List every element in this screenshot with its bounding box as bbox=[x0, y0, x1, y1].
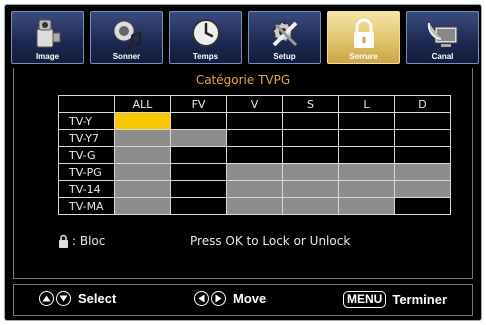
rating-cell[interactable] bbox=[114, 197, 171, 215]
tab-temps[interactable]: Temps bbox=[169, 11, 242, 64]
footer-move-label: Move bbox=[233, 291, 267, 306]
rating-cell[interactable] bbox=[394, 197, 451, 215]
rating-cell[interactable] bbox=[338, 129, 395, 147]
tab-label: Setup bbox=[273, 52, 296, 61]
column-header-all: ALL bbox=[114, 95, 171, 113]
menu-key: MENU bbox=[343, 291, 387, 308]
footer-exit-label: Terminer bbox=[392, 292, 448, 307]
tab-label: Image bbox=[35, 52, 60, 61]
row-label: TV-MA bbox=[58, 197, 115, 215]
lock-icon bbox=[353, 18, 374, 48]
rating-cell[interactable] bbox=[226, 180, 283, 198]
lock-icon bbox=[59, 234, 68, 248]
rating-cell[interactable] bbox=[338, 197, 395, 215]
tab-label: Serrure bbox=[349, 52, 378, 61]
rating-cell[interactable] bbox=[338, 163, 395, 181]
rating-cell[interactable] bbox=[114, 112, 171, 130]
lock-legend: : Bloc bbox=[58, 234, 105, 248]
rating-cell[interactable] bbox=[394, 112, 451, 130]
footer-select: Select bbox=[39, 291, 116, 306]
tab-sonner[interactable]: Sonner bbox=[90, 11, 163, 64]
page-title: Catégorie TVPG bbox=[195, 73, 291, 87]
tools-icon bbox=[272, 21, 297, 47]
rating-cell[interactable] bbox=[394, 146, 451, 164]
footer-move: Move bbox=[194, 291, 266, 306]
rating-cell[interactable] bbox=[114, 129, 171, 147]
rating-cell[interactable] bbox=[394, 180, 451, 198]
right-arrow-icon bbox=[211, 291, 226, 306]
rating-cell[interactable] bbox=[226, 112, 283, 130]
column-header-s: S bbox=[282, 95, 339, 113]
rating-cell[interactable] bbox=[282, 112, 339, 130]
grid-corner bbox=[58, 95, 115, 113]
rating-cell[interactable] bbox=[338, 146, 395, 164]
tab-label: Temps bbox=[192, 52, 219, 61]
video-camera-icon bbox=[36, 19, 60, 48]
left-arrow-icon bbox=[194, 291, 209, 306]
tab-bar: Image Sonner Temps Setup Serrure Canal bbox=[11, 11, 479, 67]
down-arrow-icon bbox=[56, 291, 71, 306]
rating-cell[interactable] bbox=[282, 163, 339, 181]
rating-cell[interactable] bbox=[282, 197, 339, 215]
rating-cell[interactable] bbox=[226, 163, 283, 181]
lock-hint: Press OK to Lock or Unlock bbox=[190, 234, 351, 248]
legend-label: : Bloc bbox=[72, 234, 106, 248]
rating-cell[interactable] bbox=[282, 129, 339, 147]
tvpg-rating-grid: ALL FV V S L D TV-Y TV-Y7 TV-G TV-PG TV-… bbox=[58, 95, 451, 215]
rating-cell[interactable] bbox=[226, 129, 283, 147]
table-row: TV-MA bbox=[58, 197, 451, 215]
row-label: TV-Y bbox=[58, 112, 115, 130]
rating-cell[interactable] bbox=[226, 197, 283, 215]
column-header-v: V bbox=[226, 95, 283, 113]
table-row: TV-14 bbox=[58, 180, 451, 198]
rating-cell[interactable] bbox=[170, 197, 227, 215]
table-row: TV-Y7 bbox=[58, 129, 451, 147]
tab-serrure[interactable]: Serrure bbox=[327, 11, 400, 64]
rating-cell[interactable] bbox=[170, 180, 227, 198]
rating-cell[interactable] bbox=[282, 180, 339, 198]
rating-cell[interactable] bbox=[338, 180, 395, 198]
table-row: TV-G bbox=[58, 146, 451, 164]
rating-cell[interactable] bbox=[114, 146, 171, 164]
rating-cell[interactable] bbox=[114, 180, 171, 198]
table-row: TV-Y bbox=[58, 112, 451, 130]
rating-cell[interactable] bbox=[338, 112, 395, 130]
footer-bar: Select Move MENU Terminer bbox=[13, 284, 473, 316]
row-label: TV-G bbox=[58, 146, 115, 164]
tab-setup[interactable]: Setup bbox=[248, 11, 321, 64]
grid-header-row: ALL FV V S L D bbox=[58, 95, 451, 113]
table-row: TV-PG bbox=[58, 163, 451, 181]
rating-cell[interactable] bbox=[114, 163, 171, 181]
rating-cell[interactable] bbox=[170, 112, 227, 130]
tab-image[interactable]: Image bbox=[11, 11, 84, 64]
clock-icon bbox=[191, 19, 220, 47]
column-header-d: D bbox=[394, 95, 451, 113]
rating-cell[interactable] bbox=[170, 129, 227, 147]
tab-label: Sonner bbox=[112, 52, 141, 61]
rating-cell[interactable] bbox=[170, 163, 227, 181]
footer-select-label: Select bbox=[78, 291, 117, 306]
tab-canal[interactable]: Canal bbox=[406, 11, 479, 64]
rating-cell[interactable] bbox=[394, 129, 451, 147]
rating-cell[interactable] bbox=[226, 146, 283, 164]
row-label: TV-Y7 bbox=[58, 129, 115, 147]
up-arrow-icon bbox=[39, 291, 54, 306]
rating-cell[interactable] bbox=[282, 146, 339, 164]
rating-cell[interactable] bbox=[394, 163, 451, 181]
column-header-l: L bbox=[338, 95, 395, 113]
satellite-dish-tv-icon bbox=[427, 22, 457, 47]
row-label: TV-PG bbox=[58, 163, 115, 181]
rating-cell[interactable] bbox=[170, 146, 227, 164]
tab-label: Canal bbox=[431, 52, 454, 61]
speaker-music-icon bbox=[113, 20, 141, 50]
column-header-fv: FV bbox=[170, 95, 227, 113]
footer-exit: MENU Terminer bbox=[343, 291, 447, 308]
row-label: TV-14 bbox=[58, 180, 115, 198]
